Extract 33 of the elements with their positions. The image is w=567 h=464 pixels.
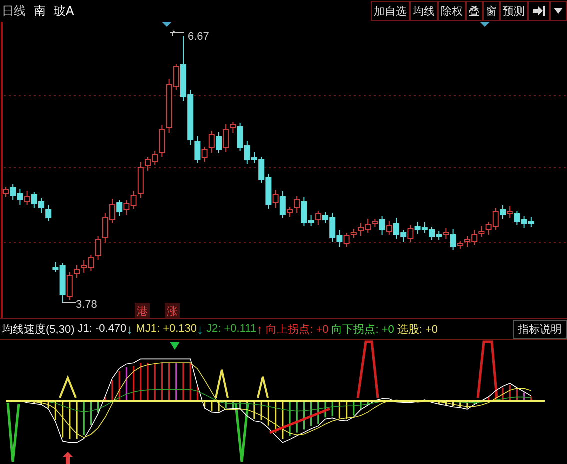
indicator-value: J1: -0.470 [78,323,127,335]
stock-name: 南 [34,2,46,20]
dropdown-button[interactable] [550,1,567,21]
stock-name: 玻A [54,2,74,20]
toolbar-button[interactable]: 加自选 [371,1,410,21]
trend-arrow: ↓ [126,322,134,336]
period-label: 日线 [2,2,26,20]
caret-icon [554,8,563,14]
leader-line [170,30,184,36]
indicator-name: 均线速度(5,30) [2,322,75,336]
jump-end-button[interactable] [528,1,550,21]
indicator-value: MJ1: +0.130 [136,323,198,335]
toolbar-button[interactable]: 叠 [466,1,483,21]
toolbar-button[interactable]: 除权 [438,1,466,21]
trend-arrow: ↓ [197,322,204,336]
indicator-help-button[interactable]: 指标说明 [513,320,567,338]
toolbar-button[interactable]: 窗 [483,1,500,21]
indicator-value: 向下拐点: +0 [332,322,394,336]
event-marker: 港 [135,303,150,318]
trend-arrow: ↑ [256,322,264,336]
indicator-value: J2: +0.111 [206,323,257,335]
up-arrow-icon [63,452,73,464]
high-price-label: 6.67 [188,31,210,43]
trend-line [270,408,330,434]
low-price-label: 3.78 [76,299,98,311]
jump-end-icon [532,5,546,17]
toolbar-button[interactable]: 预测 [500,1,528,21]
triangle-marker-icon [170,342,180,350]
indicator-value: 选股: +0 [397,322,438,336]
indicator-value: 向上拐点: +0 [266,322,329,336]
toolbar-button[interactable]: 均线 [410,1,438,21]
event-marker: 涨 [165,303,180,318]
leader-line [62,302,76,304]
